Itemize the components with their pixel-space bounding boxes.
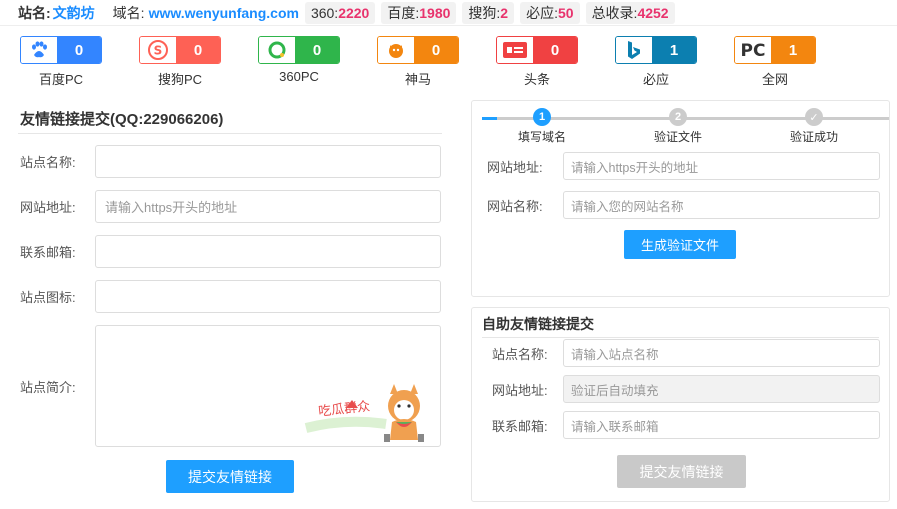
sogou-icon: S: [140, 37, 176, 63]
step-1: 1 填写域名: [492, 107, 592, 145]
field-label: 联系邮箱:: [492, 418, 548, 434]
stat-sogou: 搜狗: 2: [462, 1, 515, 24]
auto-name-input[interactable]: 请输入站点名称: [563, 339, 880, 367]
engine-count: 0: [176, 37, 220, 63]
engine-name: 必应: [642, 72, 669, 87]
paw-icon: [21, 37, 57, 63]
engine-count: 0: [295, 37, 339, 63]
engine-count: 0: [533, 37, 577, 63]
field-label: 站点图标:: [20, 290, 76, 305]
field-label: 网站名称:: [487, 198, 543, 214]
bing-icon: [616, 37, 652, 63]
engine-toutiao[interactable]: 0 头条: [496, 36, 578, 88]
engine-count: 1: [652, 37, 696, 63]
domain-link[interactable]: www.wenyunfang.com: [149, 5, 299, 21]
field-label: 站点名称:: [492, 346, 548, 362]
engine-name: 头条: [523, 72, 550, 87]
site-icon-input[interactable]: [95, 280, 441, 313]
stat-bing: 必应: 50: [520, 1, 580, 24]
generate-verify-file-button[interactable]: 生成验证文件: [624, 230, 736, 259]
engine-sogou[interactable]: S 0 搜狗PC: [139, 36, 221, 88]
auto-name-row: 站点名称: 请输入站点名称: [492, 339, 880, 367]
step-indicator: 1 填写域名 2 验证文件 ✓ 验证成功: [482, 107, 889, 145]
submit-link-button[interactable]: 提交友情链接: [166, 460, 294, 493]
auto-submit-button: 提交友情链接: [617, 455, 746, 488]
watermelon-sticker: 吃瓜群众: [286, 378, 436, 444]
domain-label: 域名:: [112, 4, 145, 21]
engine-count: 0: [414, 37, 458, 63]
site-url-input[interactable]: 请输入https开头的地址: [95, 190, 441, 223]
pc-icon: PC: [735, 37, 771, 63]
search-engine-list: 0 百度PC S 0 搜狗PC 0 360PC 0 神马 0 头条 1 必应 P…: [20, 36, 820, 88]
field-label: 站点简介:: [20, 379, 76, 395]
engine-name: 360PC: [279, 69, 319, 84]
engine-360[interactable]: 0 360PC: [258, 36, 340, 84]
field-label: 网站地址:: [20, 200, 76, 215]
step-2: 2 验证文件: [628, 107, 728, 145]
verify-name-input[interactable]: 请输入您的网站名称: [563, 191, 880, 219]
svg-text:S: S: [154, 44, 163, 58]
check-icon: ✓: [805, 108, 823, 126]
engine-bing[interactable]: 1 必应: [615, 36, 697, 88]
field-label: 联系邮箱:: [20, 245, 76, 260]
engine-count: 1: [771, 37, 815, 63]
step-3: ✓ 验证成功: [764, 107, 864, 145]
stat-360: 360: 2220: [304, 1, 376, 24]
engine-shenma[interactable]: 0 神马: [377, 36, 459, 88]
site-label: 站名:: [18, 4, 51, 21]
engine-name: 神马: [404, 72, 431, 87]
stat-baidu: 百度: 1980: [381, 1, 457, 24]
auto-submit-panel: 自助友情链接提交 站点名称: 请输入站点名称 网站地址: 验证后自动填充 联系邮…: [471, 307, 890, 502]
verify-url-input[interactable]: 请输入https开头的地址: [563, 152, 880, 180]
site-name-link[interactable]: 文韵坊: [53, 3, 95, 23]
site-info-bar: 站名: 文韵坊 域名: www.wenyunfang.com 360: 2220 …: [0, 0, 897, 26]
engine-name: 全网: [761, 72, 788, 87]
auto-email-input[interactable]: 请输入联系邮箱: [563, 411, 880, 439]
verify-name-row: 网站名称: 请输入您的网站名称: [487, 191, 880, 219]
engine-name: 百度PC: [38, 72, 84, 87]
verify-url-row: 网站地址: 请输入https开头的地址: [487, 152, 880, 180]
auto-url-input: 验证后自动填充: [563, 375, 880, 403]
so360-icon: [259, 37, 295, 63]
toutiao-icon: [497, 37, 533, 63]
site-url-row: 网站地址: 请输入https开头的地址: [18, 190, 441, 223]
field-label: 网站地址:: [492, 382, 548, 398]
auto-submit-title: 自助友情链接提交: [482, 314, 879, 338]
friend-link-form: 友情链接提交(QQ:229066206) 站点名称: 网站地址: 请输入http…: [18, 100, 442, 500]
stat-total: 总收录: 4252: [585, 1, 675, 24]
svg-text:PC: PC: [741, 41, 766, 60]
intro-row: 站点简介: 吃瓜群众: [18, 325, 441, 447]
site-name-input[interactable]: [95, 145, 441, 178]
engine-baidu[interactable]: 0 百度PC: [20, 36, 102, 88]
shenma-icon: [378, 37, 414, 63]
form-title: 友情链接提交(QQ:229066206): [18, 100, 442, 134]
verify-panel: 1 填写域名 2 验证文件 ✓ 验证成功 网站地址: 请输入https开头的地址…: [471, 100, 890, 297]
engine-name: 搜狗PC: [157, 72, 203, 87]
email-row: 联系邮箱:: [18, 235, 441, 268]
field-label: 网站地址:: [487, 159, 543, 175]
engine-count: 0: [57, 37, 101, 63]
auto-url-row: 网站地址: 验证后自动填充: [492, 375, 880, 403]
site-name-row: 站点名称:: [18, 145, 441, 178]
site-intro-textarea[interactable]: 吃瓜群众: [95, 325, 441, 447]
email-input[interactable]: [95, 235, 441, 268]
field-label: 站点名称:: [20, 155, 76, 170]
auto-email-row: 联系邮箱: 请输入联系邮箱: [492, 411, 880, 439]
icon-row: 站点图标:: [18, 280, 441, 313]
engine-all[interactable]: PC 1 全网: [734, 36, 816, 88]
